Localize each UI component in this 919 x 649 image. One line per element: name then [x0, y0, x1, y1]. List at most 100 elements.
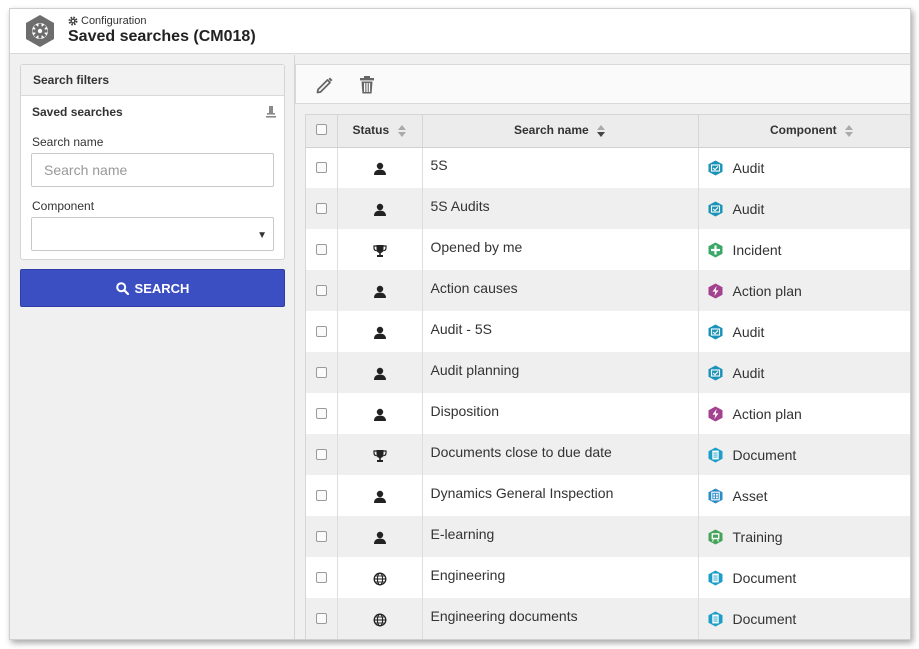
status-cell — [337, 598, 423, 639]
table-row[interactable]: Disposition Action plan — [306, 393, 910, 434]
row-checkbox-cell — [306, 598, 338, 639]
row-checkbox-cell — [306, 475, 338, 516]
table-row[interactable]: Audit - 5S Audit — [306, 311, 910, 352]
user-icon — [373, 531, 386, 544]
status-cell — [337, 311, 423, 352]
row-checkbox[interactable] — [315, 448, 327, 460]
training-component-icon — [708, 529, 723, 545]
status-cell — [337, 352, 423, 393]
component-cell: Action plan — [698, 270, 910, 311]
component-cell: Audit — [698, 147, 910, 188]
search-filters-panel: Search filters Saved searches Search nam… — [20, 64, 285, 260]
action-component-icon — [708, 406, 723, 422]
search-button[interactable]: SEARCH — [20, 269, 285, 307]
select-all-checkbox[interactable] — [315, 123, 327, 135]
row-checkbox[interactable] — [315, 202, 327, 214]
component-label: Training — [732, 528, 783, 545]
search-name-label: Search name — [32, 135, 104, 149]
table-row[interactable]: Action causes Action plan — [306, 270, 910, 311]
column-header-component[interactable]: Component — [698, 115, 910, 148]
search-name-cell: Documents close to due date — [422, 434, 699, 475]
document-component-icon — [708, 570, 723, 586]
breadcrumb: Configuration — [68, 15, 146, 27]
table-row[interactable]: Opened by me Incident — [306, 229, 910, 270]
action-component-icon — [708, 283, 723, 299]
component-cell: Asset — [698, 475, 910, 516]
component-cell: Document — [698, 557, 910, 598]
search-name-input[interactable] — [31, 153, 274, 187]
search-icon — [115, 281, 129, 295]
search-name-cell: 5S — [422, 147, 699, 188]
row-checkbox-cell — [306, 229, 338, 270]
grid-header-row: Status Search name Component — [306, 115, 910, 148]
pin-icon[interactable] — [266, 105, 276, 119]
saved-searches-grid: Status Search name Component 5S Audit 5S… — [305, 114, 910, 639]
asset-component-icon — [708, 488, 723, 504]
row-checkbox[interactable] — [315, 571, 327, 583]
row-checkbox[interactable] — [315, 284, 327, 296]
row-checkbox[interactable] — [315, 612, 327, 624]
component-cell: Incident — [698, 229, 910, 270]
search-name-cell: Engineering — [422, 557, 699, 598]
component-label: Action plan — [732, 405, 802, 422]
filters-panel-title: Search filters — [21, 65, 284, 96]
row-checkbox[interactable] — [315, 407, 327, 419]
table-row[interactable]: 5S Audit — [306, 147, 910, 188]
panel-divider[interactable] — [294, 55, 295, 639]
audit-component-icon — [708, 365, 723, 381]
table-row[interactable]: Engineering documents Document — [306, 598, 910, 639]
search-name-cell: Disposition — [422, 393, 699, 434]
column-header-status[interactable]: Status — [337, 115, 423, 148]
table-row[interactable]: Audit planning Audit — [306, 352, 910, 393]
component-label: Component — [32, 199, 95, 213]
row-checkbox-cell — [306, 393, 338, 434]
row-checkbox-cell — [306, 147, 338, 188]
row-checkbox-cell — [306, 434, 338, 475]
audit-component-icon — [708, 160, 723, 176]
search-button-label: SEARCH — [134, 280, 190, 296]
row-checkbox[interactable] — [315, 489, 327, 501]
table-row[interactable]: 5S Audits Audit — [306, 188, 910, 229]
status-cell — [337, 229, 423, 270]
component-cell: Audit — [698, 352, 910, 393]
page-header: Configuration Saved searches (CM018) — [10, 9, 910, 54]
row-checkbox[interactable] — [315, 366, 327, 378]
column-header-search-name[interactable]: Search name — [422, 115, 699, 148]
search-name-cell: Audit - 5S — [422, 311, 699, 352]
gear-icon — [68, 16, 78, 26]
user-icon — [373, 367, 386, 380]
table-row[interactable]: E-learning Training — [306, 516, 910, 557]
globe-icon — [373, 613, 386, 627]
row-checkbox[interactable] — [315, 161, 327, 173]
row-checkbox[interactable] — [315, 243, 327, 255]
table-row[interactable]: Engineering Document — [306, 557, 910, 598]
table-row[interactable]: Dynamics General Inspection Asset — [306, 475, 910, 516]
globe-icon — [373, 572, 386, 586]
component-select[interactable]: ▼ — [31, 217, 274, 251]
breadcrumb-label[interactable]: Configuration — [81, 15, 146, 27]
row-checkbox-cell — [306, 270, 338, 311]
row-checkbox[interactable] — [315, 325, 327, 337]
row-checkbox-cell — [306, 557, 338, 598]
pencil-icon — [316, 77, 333, 94]
column-header-label: Status — [352, 123, 390, 138]
component-label: Asset — [732, 487, 768, 504]
incident-component-icon — [708, 242, 723, 258]
status-cell — [337, 188, 423, 229]
sort-icon — [845, 125, 853, 138]
component-label: Document — [732, 569, 797, 586]
user-icon — [373, 326, 386, 339]
delete-button[interactable] — [356, 74, 378, 96]
component-cell: Document — [698, 434, 910, 475]
row-checkbox[interactable] — [315, 530, 327, 542]
select-all-header — [306, 115, 338, 148]
table-row[interactable]: Documents close to due date Document — [306, 434, 910, 475]
trash-icon — [360, 76, 374, 94]
column-header-label: Search name — [513, 123, 589, 138]
settings-logo-icon — [26, 15, 54, 47]
sort-icon — [397, 125, 406, 138]
search-name-cell: Dynamics General Inspection — [422, 475, 699, 516]
column-header-label: Component — [770, 123, 837, 138]
edit-button[interactable] — [314, 74, 336, 96]
user-icon — [373, 162, 386, 175]
